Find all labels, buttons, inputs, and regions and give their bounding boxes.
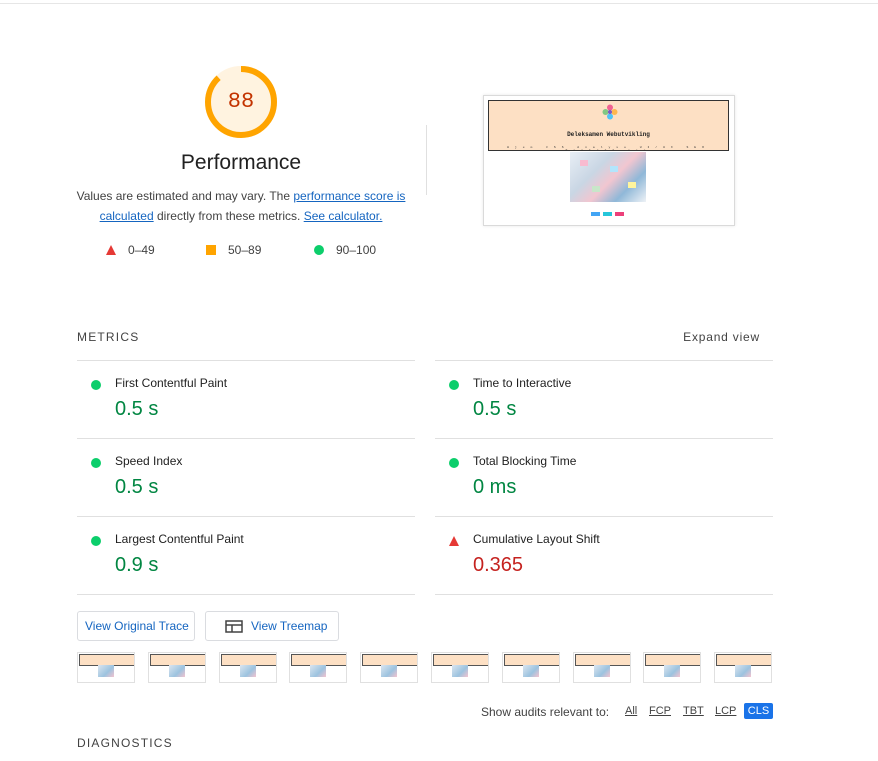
filter-chip-tbt[interactable]: TBT [683,705,704,717]
legend-label: 90–100 [336,243,377,257]
expand-view-toggle[interactable]: Expand view [660,330,760,344]
frame-image [522,665,539,677]
frame-image [310,665,327,677]
button-label: View Treemap [251,619,328,633]
divider [77,594,415,595]
fail-triangle-icon [449,536,459,546]
see-calculator-link[interactable]: See calculator. [304,209,383,223]
metric-speed-index: Speed Index 0.5 s [77,439,415,516]
performance-description: Values are estimated and may vary. The p… [72,186,410,226]
legend-fail: 0–49 [106,243,155,257]
metric-value: 0.9 s [115,554,159,576]
filmstrip-frame [501,652,560,683]
filmstrip-frame [289,652,348,683]
legend-pass: 90–100 [314,243,376,257]
frame-image [98,665,114,677]
metric-largest-contentful-paint: Largest Contentful Paint 0.9 s [77,517,415,594]
green-circle-icon [314,245,324,255]
red-triangle-icon [106,245,116,255]
filmstrip-frame [431,652,489,683]
legend-label: 50–89 [228,243,262,257]
filter-chip-cls[interactable]: CLS [744,703,773,719]
metric-name: Speed Index [115,454,183,468]
filmstrip-frame [218,652,277,683]
description-text: Values are estimated and may vary. The [76,189,294,203]
metric-name: Time to Interactive [473,376,572,390]
preview-button [615,212,624,216]
metric-value: 0.5 s [115,398,159,420]
description-text-2: directly from these metrics. [153,209,304,223]
orange-square-icon [206,245,216,255]
frame-image [239,665,256,677]
sticky-note [610,166,618,172]
metric-value: 0 ms [473,476,517,498]
vertical-divider [426,125,427,195]
flower-logo-icon [602,104,618,120]
treemap-icon [225,619,243,633]
metric-name: Total Blocking Time [473,454,577,468]
filter-chip-fcp[interactable]: FCP [649,705,671,717]
preview-button [591,212,600,216]
metric-value: 0.5 s [115,476,159,498]
sticky-note [592,186,600,192]
performance-score-value: 88 [227,89,255,114]
show-audits-label: Show audits relevant to: [481,705,610,719]
legend-average: 50–89 [206,243,261,257]
button-label: View Original Trace [85,619,189,633]
frame-image [593,665,610,677]
metric-value: 0.365 [473,554,524,576]
pass-circle-icon [91,536,101,546]
top-divider [0,3,878,4]
filmstrip-frame [360,652,419,683]
legend-label: 0–49 [128,243,155,257]
filter-chip-all[interactable]: All [625,705,637,717]
preview-hero-image [570,152,646,202]
metric-value: 0.5 s [473,398,517,420]
pass-circle-icon [449,458,459,468]
filmstrip-frame [147,652,206,683]
final-screenshot: Deleksamen Webutvikling Hjem CSS Analyse… [483,95,735,226]
pass-circle-icon [449,380,459,390]
frame-image [452,665,468,677]
metric-cumulative-layout-shift: Cumulative Layout Shift 0.365 [435,517,773,594]
preview-button [603,212,612,216]
metric-name: First Contentful Paint [115,376,228,390]
view-treemap-button[interactable]: View Treemap [205,611,339,641]
pass-circle-icon [91,458,101,468]
performance-title: Performance [180,151,302,174]
frame-image [381,665,398,677]
filmstrip-frame [77,652,135,683]
filmstrip-frame [643,652,702,683]
preview-header: Deleksamen Webutvikling Hjem CSS Analyse… [488,100,729,152]
metric-name: Cumulative Layout Shift [473,532,600,546]
sticky-note [628,182,636,188]
divider [435,594,773,595]
sticky-note [580,160,588,166]
frame-image [735,665,752,677]
pass-circle-icon [91,380,101,390]
metrics-heading: METRICS [77,330,140,344]
filter-chip-lcp[interactable]: LCP [715,705,736,717]
metric-name: Largest Contentful Paint [115,532,244,546]
frame-image [664,665,681,677]
metric-time-to-interactive: Time to Interactive 0.5 s [435,361,773,438]
frame-image [168,665,185,677]
preview-site-title: Deleksamen Webutvikling [567,131,650,138]
metric-total-blocking-time: Total Blocking Time 0 ms [435,439,773,516]
filmstrip-frame [714,652,773,683]
diagnostics-heading: DIAGNOSTICS [77,736,173,750]
view-original-trace-button[interactable]: View Original Trace [77,611,195,641]
filmstrip-frame [572,652,631,683]
metric-first-contentful-paint: First Contentful Paint 0.5 s [77,361,415,438]
